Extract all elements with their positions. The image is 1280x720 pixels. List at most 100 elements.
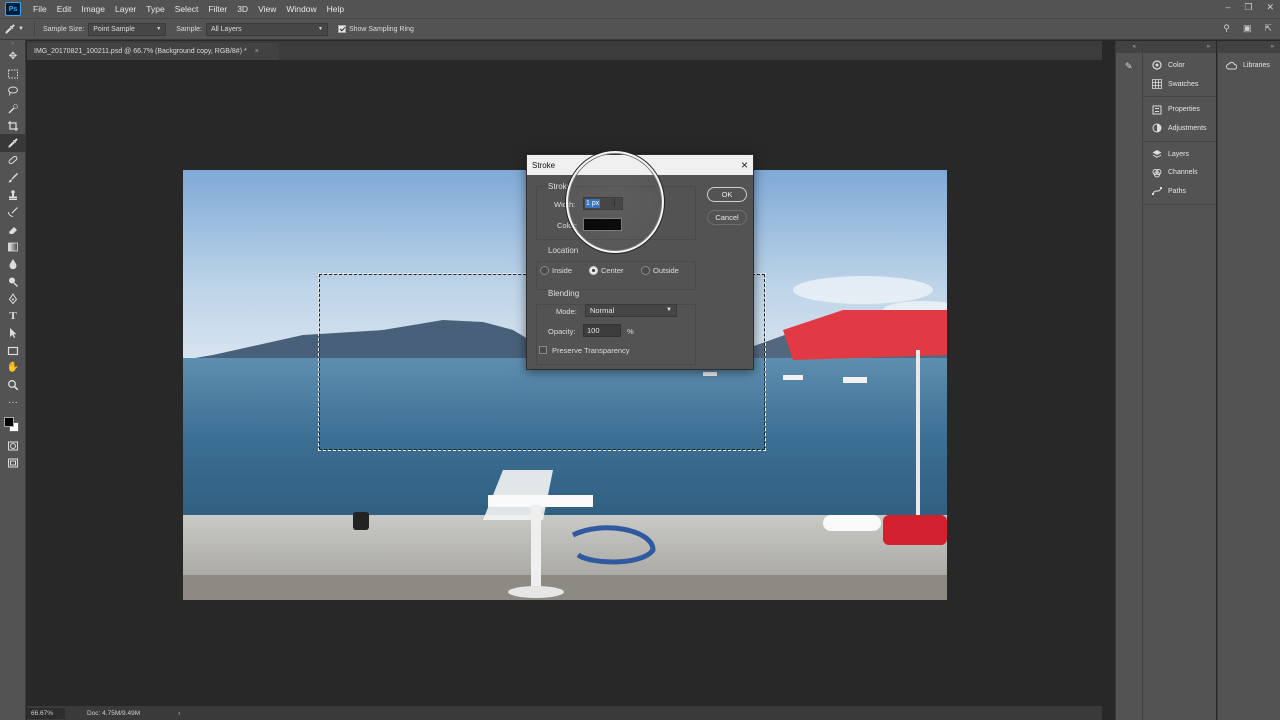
show-sampling-ring-checkbox[interactable]	[337, 25, 346, 33]
menu-select[interactable]: Select	[170, 0, 204, 18]
menu-edit[interactable]: Edit	[52, 0, 77, 18]
zoom-tool-icon[interactable]	[0, 377, 26, 394]
cloud-icon	[1226, 60, 1237, 71]
clone-stamp-tool-icon[interactable]	[0, 186, 26, 203]
document-tabs: IMG_20170821_100211.psd @ 66.7% (Backgro…	[27, 41, 1102, 60]
menu-view[interactable]: View	[253, 0, 281, 18]
menu-help[interactable]: Help	[322, 0, 349, 18]
panel-column: » Color Swatches Properties Adjustments …	[1142, 41, 1216, 720]
preserve-transparency-checkbox[interactable]	[539, 346, 547, 354]
foreground-color-swatch[interactable]	[4, 417, 14, 428]
menu-layer[interactable]: Layer	[110, 0, 141, 18]
panel-channels[interactable]: Channels	[1143, 163, 1216, 182]
blend-mode-select[interactable]: Normal ▼	[585, 304, 677, 317]
crop-tool-icon[interactable]	[0, 117, 26, 134]
document-tab[interactable]: IMG_20170821_100211.psd @ 66.7% (Backgro…	[27, 43, 279, 60]
more-tools-icon[interactable]: ···	[0, 394, 26, 411]
panel-libraries[interactable]: Libraries	[1218, 56, 1280, 75]
quick-selection-tool-icon[interactable]	[0, 100, 26, 117]
eyedropper-tool-icon[interactable]	[0, 134, 26, 152]
eyedropper-icon	[5, 24, 15, 34]
collapse-icon[interactable]: »	[0, 40, 25, 48]
search-icon[interactable]: ⚲	[1223, 23, 1230, 34]
mode-label: Mode:	[556, 307, 577, 316]
restore-icon[interactable]: ❐	[1244, 2, 1252, 13]
panel-adjustments[interactable]: Adjustments	[1143, 119, 1216, 138]
workspace-icon[interactable]: ▣	[1243, 23, 1252, 34]
sample-select[interactable]: All Layers ▼	[205, 22, 328, 36]
divider	[34, 22, 35, 36]
close-tab-icon[interactable]: ×	[255, 48, 259, 55]
type-tool-icon[interactable]: T	[0, 307, 26, 324]
panel-swatches-label: Swatches	[1168, 80, 1199, 88]
sample-size-value: Point Sample	[93, 25, 135, 33]
brush-tool-icon[interactable]	[0, 169, 26, 186]
menu-file[interactable]: File	[28, 0, 52, 18]
dodge-tool-icon[interactable]	[0, 273, 26, 290]
close-window-icon[interactable]: ✕	[1266, 2, 1274, 13]
width-label: Width:	[554, 200, 576, 209]
history-brush-tool-icon[interactable]	[0, 204, 26, 221]
blending-group-label: Blending	[547, 289, 581, 298]
panel-channels-label: Channels	[1168, 169, 1198, 177]
chevron-down-icon: ▼	[317, 26, 323, 32]
panel-color[interactable]: Color	[1143, 56, 1216, 75]
panel-column-libraries: » Libraries	[1217, 41, 1280, 720]
menu-image[interactable]: Image	[76, 0, 110, 18]
panel-paths-label: Paths	[1168, 187, 1186, 195]
minimize-icon[interactable]: –	[1225, 2, 1230, 12]
menu-3d[interactable]: 3D	[232, 0, 253, 18]
healing-brush-tool-icon[interactable]	[0, 152, 26, 169]
preserve-transparency-label: Preserve Transparency	[552, 346, 630, 355]
location-inside-label: Inside	[552, 266, 573, 275]
menu-bar: Ps File Edit Image Layer Type Select Fil…	[0, 0, 1280, 18]
cancel-button[interactable]: Cancel	[707, 210, 747, 225]
panel-properties-label: Properties	[1168, 106, 1200, 114]
location-outside-radio[interactable]	[641, 266, 650, 275]
share-icon[interactable]: ⇱	[1264, 23, 1272, 34]
history-panel-icon[interactable]: ✎	[1116, 53, 1142, 72]
layers-icon	[1151, 149, 1162, 160]
marquee-tool-icon[interactable]	[0, 65, 26, 82]
screen-mode-icon[interactable]	[0, 455, 26, 472]
hand-tool-icon[interactable]: ✋	[0, 359, 26, 376]
opacity-input[interactable]: 100	[583, 324, 621, 337]
stroke-color-swatch[interactable]	[583, 218, 622, 231]
blur-tool-icon[interactable]	[0, 256, 26, 273]
eraser-tool-icon[interactable]	[0, 221, 26, 238]
dialog-title-bar[interactable]: Stroke ×	[527, 155, 753, 175]
tool-preset-picker[interactable]: ▼	[0, 23, 28, 35]
sample-size-select[interactable]: Point Sample ▼	[88, 22, 167, 36]
panel-adjustments-label: Adjustments	[1168, 124, 1207, 132]
adjust-icon	[1151, 123, 1162, 134]
grid-icon	[1151, 79, 1162, 90]
menu-type[interactable]: Type	[141, 0, 169, 18]
collapse-icon[interactable]: «	[1116, 41, 1142, 53]
zoom-field[interactable]: 66.67%	[27, 707, 65, 719]
width-value: 1 px	[585, 199, 601, 208]
path-selection-tool-icon[interactable]	[0, 325, 26, 342]
panel-swatches[interactable]: Swatches	[1143, 75, 1216, 94]
panel-layers[interactable]: Layers	[1143, 145, 1216, 164]
ok-button[interactable]: OK	[707, 187, 747, 202]
pen-tool-icon[interactable]	[0, 290, 26, 307]
location-inside-radio[interactable]	[540, 266, 549, 275]
location-center-radio[interactable]	[589, 266, 598, 275]
quick-mask-icon[interactable]	[0, 437, 26, 454]
move-tool-icon[interactable]: ✥	[0, 48, 26, 65]
menu-window[interactable]: Window	[281, 0, 321, 18]
status-menu-icon[interactable]: ›	[178, 710, 180, 717]
color-swatches[interactable]	[0, 411, 25, 437]
collapse-icon[interactable]: »	[1271, 44, 1274, 50]
stroke-group-box	[536, 186, 696, 240]
collapse-icon[interactable]: »	[1207, 44, 1210, 50]
rectangle-tool-icon[interactable]	[0, 342, 26, 359]
close-icon[interactable]: ×	[741, 158, 748, 172]
channels-icon	[1151, 167, 1162, 178]
gradient-tool-icon[interactable]	[0, 238, 26, 255]
panel-properties[interactable]: Properties	[1143, 100, 1216, 119]
panel-paths[interactable]: Paths	[1143, 182, 1216, 201]
menu-filter[interactable]: Filter	[203, 0, 232, 18]
status-bar: 66.67% Doc: 4.75M/9.49M ›	[27, 706, 1102, 720]
lasso-tool-icon[interactable]	[0, 83, 26, 100]
